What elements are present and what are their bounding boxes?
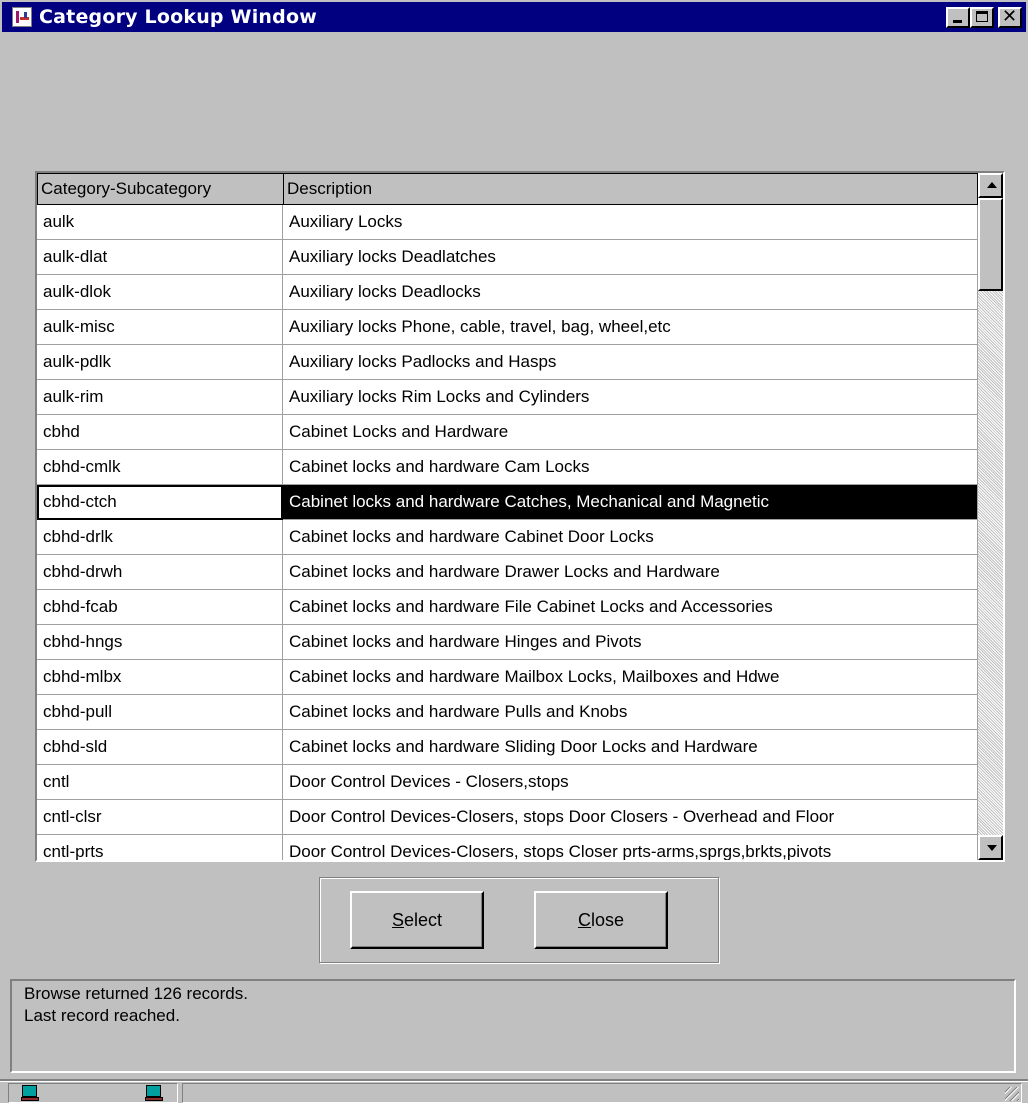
category-code-cell[interactable]: cntl-prts [37, 835, 283, 860]
category-code-cell[interactable]: cbhd-drwh [37, 555, 283, 590]
close-icon: ✕ [1002, 6, 1018, 27]
table-row[interactable]: aulk Auxiliary Locks [37, 205, 978, 240]
description-cell[interactable]: Cabinet locks and hardware Pulls and Kno… [283, 695, 978, 730]
category-code-cell[interactable]: cbhd-sld [37, 730, 283, 765]
select-button-label: Select [391, 910, 443, 930]
category-code-cell[interactable]: cbhd-ctch [37, 485, 283, 520]
status-pane-icons [8, 1083, 178, 1103]
scroll-down-icon [987, 845, 997, 851]
description-cell[interactable]: Cabinet locks and hardware Cam Locks [283, 450, 978, 485]
status-bar [0, 1083, 1028, 1103]
column-header-description[interactable]: Description [283, 173, 978, 205]
table-row[interactable]: cbhd-cmlk Cabinet locks and hardware Cam … [37, 450, 978, 485]
description-cell[interactable]: Cabinet Locks and Hardware [283, 415, 978, 450]
description-cell[interactable]: Auxiliary locks Phone, cable, travel, ba… [283, 310, 978, 345]
description-cell[interactable]: Auxiliary locks Rim Locks and Cylinders [283, 380, 978, 415]
divider-highlight [0, 1081, 1028, 1082]
description-cell[interactable]: Cabinet locks and hardware Sliding Door … [283, 730, 978, 765]
scroll-up-button[interactable] [978, 173, 1003, 198]
table-row-selected[interactable]: cbhd-ctch Cabinet locks and hardware Catc… [37, 485, 978, 520]
category-code-cell[interactable]: aulk-pdlk [37, 345, 283, 380]
description-cell[interactable]: Cabinet locks and hardware File Cabinet … [283, 590, 978, 625]
window-title: Category Lookup Window [39, 6, 317, 28]
minimize-icon [953, 20, 962, 23]
table-row[interactable]: cbhd-drwh Cabinet locks and hardware Draw… [37, 555, 978, 590]
maximize-icon [976, 11, 988, 22]
category-lookup-window: Category Lookup Window ✕ Category-Subcat… [0, 0, 1028, 1103]
status-pane-main [182, 1083, 1022, 1103]
category-code-cell[interactable]: aulk-dlok [37, 275, 283, 310]
status-line-last-record: Last record reached. [24, 1006, 180, 1025]
category-code-cell[interactable]: aulk-rim [37, 380, 283, 415]
category-code-cell[interactable]: aulk [37, 205, 283, 240]
table-row[interactable]: cbhd-hngs Cabinet locks and hardware Hing… [37, 625, 978, 660]
category-code-cell[interactable]: cbhd-fcab [37, 590, 283, 625]
table-row[interactable]: aulk-rim Auxiliary locks Rim Locks and Cy… [37, 380, 978, 415]
description-cell[interactable]: Door Control Devices - Closers,stops [283, 765, 978, 800]
app-icon[interactable] [12, 7, 32, 27]
title-bar[interactable]: Category Lookup Window ✕ [2, 2, 1026, 32]
grid-header: Category-Subcategory Description [37, 173, 978, 205]
description-cell[interactable]: Auxiliary locks Padlocks and Hasps [283, 345, 978, 380]
table-row[interactable]: cntl-clsr Door Control Devices-Closers, s… [37, 800, 978, 835]
category-code-cell[interactable]: aulk-misc [37, 310, 283, 345]
scroll-up-icon [987, 182, 997, 188]
close-button-label: Close [577, 910, 625, 930]
scroll-thumb[interactable] [978, 198, 1003, 291]
table-row[interactable]: cbhd-mlbx Cabinet locks and hardware Mail… [37, 660, 978, 695]
select-button[interactable]: Select [350, 891, 484, 949]
table-row[interactable]: cbhd-drlk Cabinet locks and hardware Cabi… [37, 520, 978, 555]
description-cell[interactable]: Cabinet locks and hardware Mailbox Locks… [283, 660, 978, 695]
description-cell[interactable]: Cabinet locks and hardware Catches, Mech… [283, 485, 978, 520]
description-cell[interactable]: Cabinet locks and hardware Hinges and Pi… [283, 625, 978, 660]
minimize-button[interactable] [946, 7, 970, 28]
category-code-cell[interactable]: cntl-clsr [37, 800, 283, 835]
description-cell[interactable]: Auxiliary locks Deadlocks [283, 275, 978, 310]
close-window-button[interactable]: ✕ [998, 7, 1022, 28]
computer-icon[interactable] [21, 1085, 39, 1102]
table-row[interactable]: cbhd Cabinet Locks and Hardware [37, 415, 978, 450]
column-header-category[interactable]: Category-Subcategory [37, 173, 284, 205]
table-row[interactable]: cbhd-sld Cabinet locks and hardware Slidi… [37, 730, 978, 765]
table-row[interactable]: cntl Door Control Devices - Closers,stops [37, 765, 978, 800]
table-row[interactable]: aulk-pdlk Auxiliary locks Padlocks and Ha… [37, 345, 978, 380]
status-line-records: Browse returned 126 records. [24, 984, 248, 1003]
category-code-cell[interactable]: aulk-dlat [37, 240, 283, 275]
maximize-button[interactable] [970, 7, 994, 28]
scroll-down-button[interactable] [978, 835, 1003, 860]
description-cell[interactable]: Auxiliary Locks [283, 205, 978, 240]
category-code-cell[interactable]: cntl [37, 765, 283, 800]
table-row[interactable]: cbhd-pull Cabinet locks and hardware Pull… [37, 695, 978, 730]
table-row[interactable]: aulk-misc Auxiliary locks Phone, cable, t… [37, 310, 978, 345]
table-row[interactable]: aulk-dlat Auxiliary locks Deadlatches [37, 240, 978, 275]
category-code-cell[interactable]: cbhd [37, 415, 283, 450]
resize-grip-icon[interactable] [1005, 1087, 1019, 1101]
table-row[interactable]: cntl-prts Door Control Devices-Closers, s… [37, 835, 978, 860]
category-code-cell[interactable]: cbhd-hngs [37, 625, 283, 660]
category-code-cell[interactable]: cbhd-mlbx [37, 660, 283, 695]
category-code-cell[interactable]: cbhd-cmlk [37, 450, 283, 485]
description-cell[interactable]: Cabinet locks and hardware Drawer Locks … [283, 555, 978, 590]
table-row[interactable]: cbhd-fcab Cabinet locks and hardware File… [37, 590, 978, 625]
vertical-scrollbar[interactable] [978, 173, 1003, 860]
computer-icon[interactable] [145, 1085, 163, 1102]
close-button[interactable]: Close [534, 891, 668, 949]
status-message-area: Browse returned 126 records. Last record… [10, 979, 1016, 1073]
description-cell[interactable]: Door Control Devices-Closers, stops Clos… [283, 835, 978, 860]
category-code-cell[interactable]: cbhd-pull [37, 695, 283, 730]
category-grid[interactable]: Category-Subcategory Description aulk Aux… [35, 171, 1005, 862]
description-cell[interactable]: Auxiliary locks Deadlatches [283, 240, 978, 275]
button-group: Select Close [319, 877, 719, 963]
grid-body: Category-Subcategory Description aulk Aux… [37, 173, 978, 860]
description-cell[interactable]: Cabinet locks and hardware Cabinet Door … [283, 520, 978, 555]
description-cell[interactable]: Door Control Devices-Closers, stops Door… [283, 800, 978, 835]
category-code-cell[interactable]: cbhd-drlk [37, 520, 283, 555]
table-row[interactable]: aulk-dlok Auxiliary locks Deadlocks [37, 275, 978, 310]
